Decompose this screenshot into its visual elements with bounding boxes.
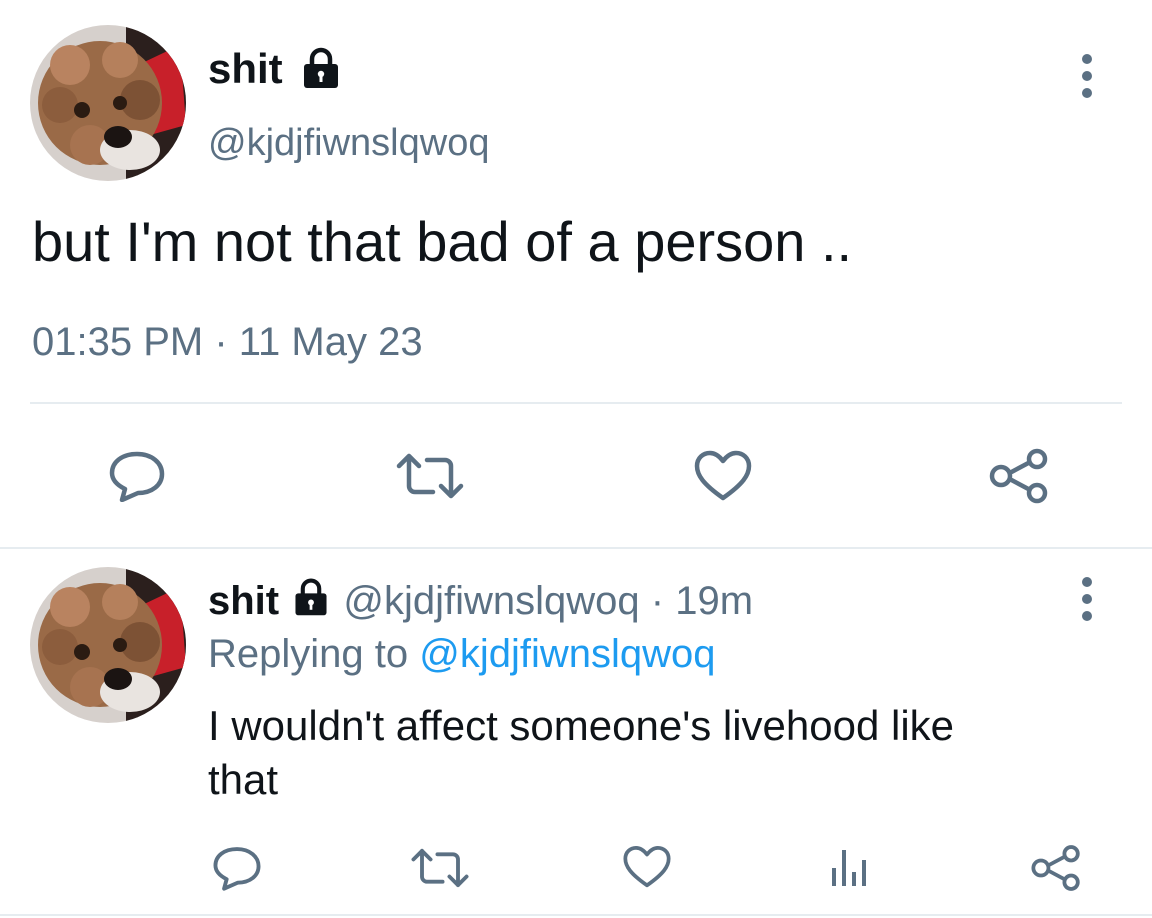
replying-to: Replying to @kjdjfiwnslqwoq — [208, 630, 716, 678]
reply-text-line1: I wouldn't affect someone's livehood lik… — [208, 702, 955, 749]
timestamp[interactable]: 01:35 PM · 11 May 23 — [32, 318, 423, 366]
lock-icon — [298, 45, 344, 91]
reply-more-options-icon[interactable] — [1074, 576, 1100, 622]
avatar[interactable] — [30, 25, 186, 181]
reply-avatar[interactable] — [30, 567, 186, 723]
like-icon[interactable] — [622, 845, 672, 889]
more-options-icon[interactable] — [1074, 53, 1100, 99]
section-divider — [0, 547, 1152, 549]
display-name[interactable]: shit — [208, 44, 283, 94]
reply-icon[interactable] — [212, 845, 262, 891]
like-icon[interactable] — [693, 450, 753, 502]
analytics-icon[interactable] — [828, 846, 870, 888]
reply-icon[interactable] — [108, 450, 166, 502]
reply-age[interactable]: · 19m — [651, 579, 753, 623]
reply-text-line2: that — [208, 756, 279, 803]
handle[interactable]: @kjdjfiwnslqwoq — [208, 120, 489, 166]
share-icon[interactable] — [988, 448, 1050, 504]
reply-handle[interactable]: @kjdjfiwnslqwoq — [343, 579, 639, 623]
bottom-divider — [0, 914, 1152, 916]
retweet-icon[interactable] — [395, 452, 465, 500]
reply-header: shit @kjdjfiwnslqwoq · 19m — [208, 576, 753, 625]
divider — [30, 402, 1122, 404]
share-icon[interactable] — [1030, 844, 1082, 892]
replying-to-label: Replying to — [208, 632, 409, 676]
lock-icon — [290, 576, 332, 618]
retweet-icon[interactable] — [410, 847, 470, 889]
replying-to-link[interactable]: @kjdjfiwnslqwoq — [419, 632, 715, 676]
reply-display-name[interactable]: shit — [208, 579, 279, 623]
tweet-text: but I'm not that bad of a person .. — [32, 210, 853, 273]
